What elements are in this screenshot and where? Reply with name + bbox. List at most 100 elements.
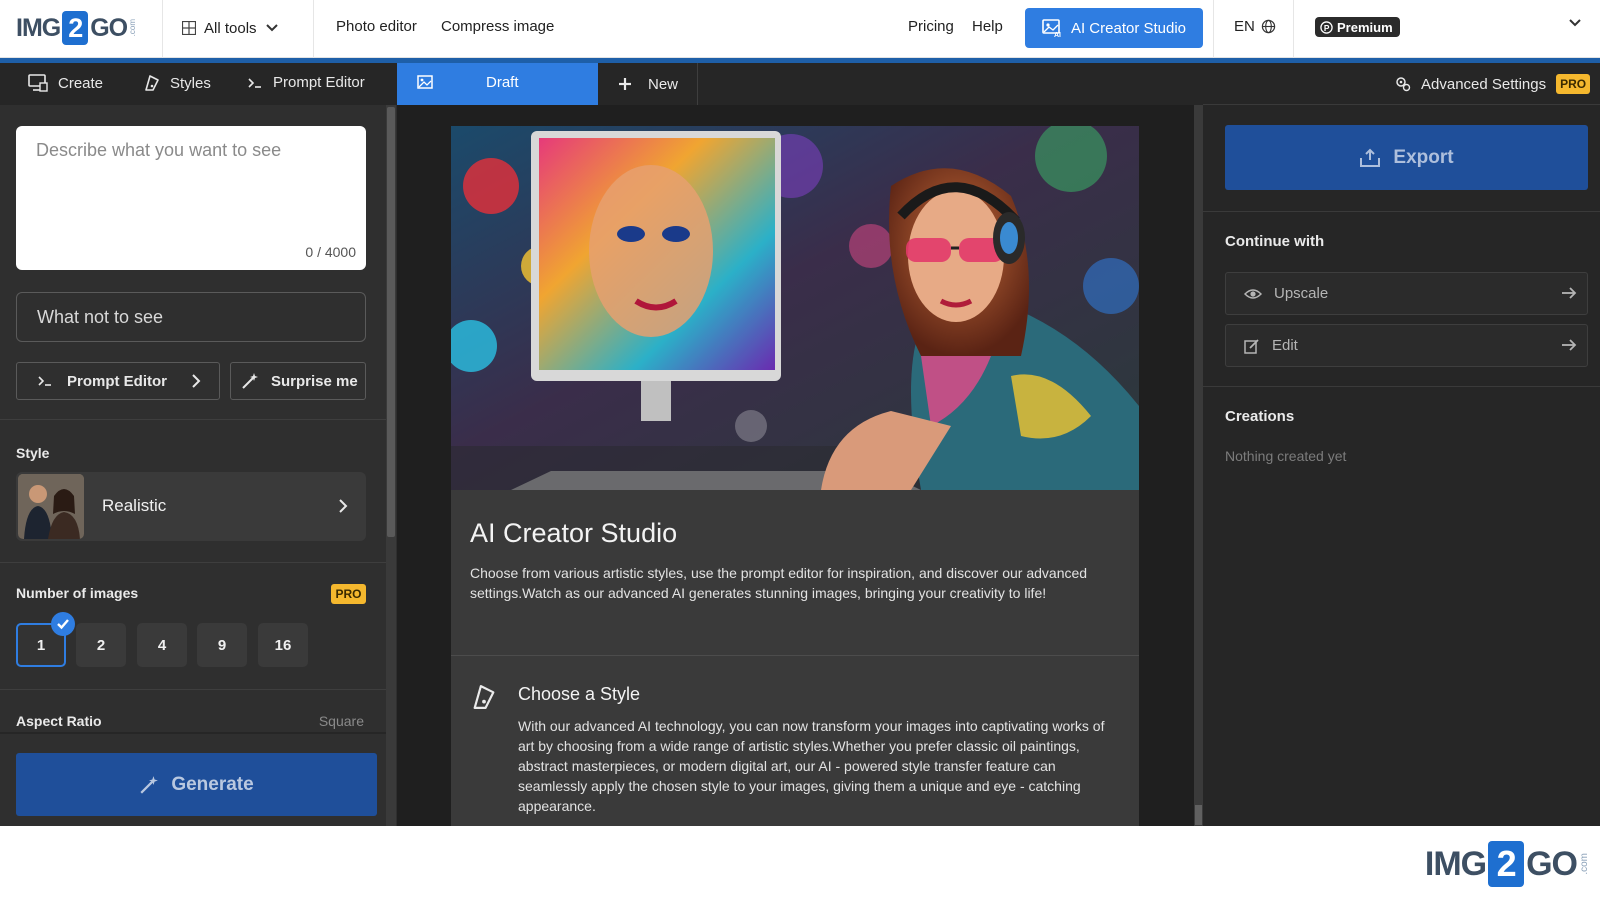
divider xyxy=(0,419,386,420)
style-section-label: Style xyxy=(16,445,50,461)
creator-studio-app: Create Styles Prompt Editor Describe wha… xyxy=(0,63,1600,826)
magic-wand-icon xyxy=(140,775,159,794)
aspect-ratio-value[interactable]: Square xyxy=(319,713,364,729)
terminal-icon xyxy=(248,77,261,88)
intro-description: Choose from various artistic styles, use… xyxy=(470,565,1088,601)
choose-style-description: With our advanced AI technology, you can… xyxy=(518,718,1105,814)
nav-help[interactable]: Help xyxy=(972,18,1003,35)
logo-text-2: 2 xyxy=(62,11,89,45)
prompt-character-count: 0 / 4000 xyxy=(305,244,356,260)
upscale-label: Upscale xyxy=(1274,285,1329,302)
image-icon xyxy=(417,75,433,89)
option-label: 4 xyxy=(157,636,167,654)
aspect-ratio-label: Aspect Ratio xyxy=(16,713,102,729)
prompt-editor-button-label: Prompt Editor xyxy=(67,372,167,390)
terminal-icon xyxy=(38,376,51,386)
intro-card: AI Creator Studio Choose from various ar… xyxy=(451,490,1139,826)
logo-text-img: IMG xyxy=(16,13,61,42)
ai-creator-studio-button[interactable]: AI AI Creator Studio xyxy=(1025,8,1203,48)
logo-text-com: .com xyxy=(128,19,138,37)
ai-studio-icon: AI xyxy=(1042,19,1061,38)
logo-text-com: .com xyxy=(1579,853,1590,875)
tab-new-label: New xyxy=(648,75,679,93)
footer-area: IMG 2 GO .com xyxy=(0,826,1600,900)
prompt-editor-button[interactable]: Prompt Editor xyxy=(16,362,220,400)
tab-prompt-editor-label: Prompt Editor xyxy=(273,74,365,91)
logo-text-go: GO xyxy=(90,13,128,42)
tab-new[interactable]: New xyxy=(598,63,698,105)
styles-icon xyxy=(473,685,495,709)
negative-prompt-input[interactable]: What not to see xyxy=(16,292,366,342)
divider xyxy=(0,562,386,563)
option-label: 9 xyxy=(217,636,227,654)
export-button[interactable]: Export xyxy=(1225,125,1588,190)
center-preview: Draft New AI Creator Studio Choose from … xyxy=(397,63,1203,826)
advanced-settings-tab[interactable]: Advanced Settings PRO xyxy=(1395,74,1591,94)
style-selector[interactable]: Realistic xyxy=(16,472,366,541)
tab-styles-label: Styles xyxy=(170,74,211,92)
magic-wand-icon xyxy=(242,373,258,389)
tab-styles[interactable]: Styles xyxy=(144,74,211,92)
logo-text-go: GO xyxy=(1526,844,1578,883)
arrow-right-icon xyxy=(1562,287,1577,299)
language-selector[interactable]: EN xyxy=(1234,18,1276,35)
language-label: EN xyxy=(1234,18,1255,35)
chevron-right-icon xyxy=(192,374,201,388)
divider xyxy=(451,655,1139,656)
scrollbar-thumb[interactable] xyxy=(1195,805,1202,825)
surprise-me-button[interactable]: Surprise me xyxy=(230,362,366,400)
logo-text-2: 2 xyxy=(1488,841,1525,887)
create-icon xyxy=(28,74,48,92)
style-thumbnail xyxy=(18,474,84,539)
edit-icon xyxy=(1244,338,1259,354)
center-scrollbar[interactable] xyxy=(1194,105,1203,826)
divider xyxy=(313,0,314,58)
nav-pricing[interactable]: Pricing xyxy=(908,18,954,35)
tab-draft[interactable]: Draft xyxy=(397,63,598,105)
option-label: 1 xyxy=(36,636,46,654)
image-count-option-2[interactable]: 2 xyxy=(76,623,126,667)
nav-compress-image[interactable]: Compress image xyxy=(441,18,554,35)
advanced-settings-label: Advanced Settings xyxy=(1421,75,1547,93)
divider xyxy=(1213,0,1214,58)
hero-image xyxy=(451,126,1139,490)
grid-icon xyxy=(182,21,196,35)
prompt-textarea[interactable]: Describe what you want to see 0 / 4000 xyxy=(16,126,366,270)
site-logo[interactable]: IMG 2 GO .com xyxy=(16,10,137,46)
option-label: 2 xyxy=(96,636,106,654)
right-tab-bar: Advanced Settings PRO xyxy=(1203,63,1600,105)
image-count-option-16[interactable]: 16 xyxy=(258,623,308,667)
left-scrollbar[interactable] xyxy=(386,105,396,826)
divider xyxy=(0,732,386,734)
scrollbar-thumb[interactable] xyxy=(387,107,395,537)
intro-title: AI Creator Studio xyxy=(470,518,678,548)
creations-label: Creations xyxy=(1225,408,1295,425)
svg-text:AI: AI xyxy=(1054,32,1061,38)
continue-with-label: Continue with xyxy=(1225,233,1325,250)
eye-icon xyxy=(1244,288,1262,299)
premium-badge[interactable]: P Premium xyxy=(1315,17,1400,37)
choose-style-title: Choose a Style xyxy=(518,684,641,704)
ai-creator-studio-label: AI Creator Studio xyxy=(1070,19,1187,37)
right-panel: Advanced Settings PRO Export Continue wi… xyxy=(1203,63,1600,826)
tab-create[interactable]: Create xyxy=(28,74,103,92)
export-label: Export xyxy=(1393,146,1454,168)
arrow-right-icon xyxy=(1562,339,1577,351)
left-panel: Create Styles Prompt Editor Describe wha… xyxy=(0,63,397,826)
image-count-option-9[interactable]: 9 xyxy=(197,623,247,667)
settings-icon xyxy=(1396,77,1411,92)
creations-empty-text: Nothing created yet xyxy=(1225,448,1347,464)
surprise-me-label: Surprise me xyxy=(271,372,358,390)
divider xyxy=(1203,386,1600,387)
all-tools-menu[interactable]: All tools xyxy=(182,16,279,40)
generate-button[interactable]: Generate xyxy=(16,753,377,816)
generate-label: Generate xyxy=(171,773,254,795)
upscale-option[interactable]: Upscale xyxy=(1225,272,1588,315)
nav-photo-editor[interactable]: Photo editor xyxy=(336,18,417,35)
watermark-logo: IMG 2 GO .com xyxy=(1425,840,1590,888)
chevron-down-icon[interactable] xyxy=(1568,18,1582,28)
tab-prompt-editor[interactable]: Prompt Editor xyxy=(247,74,365,91)
edit-option[interactable]: Edit xyxy=(1225,324,1588,367)
image-count-option-4[interactable]: 4 xyxy=(137,623,187,667)
divider xyxy=(0,689,386,690)
